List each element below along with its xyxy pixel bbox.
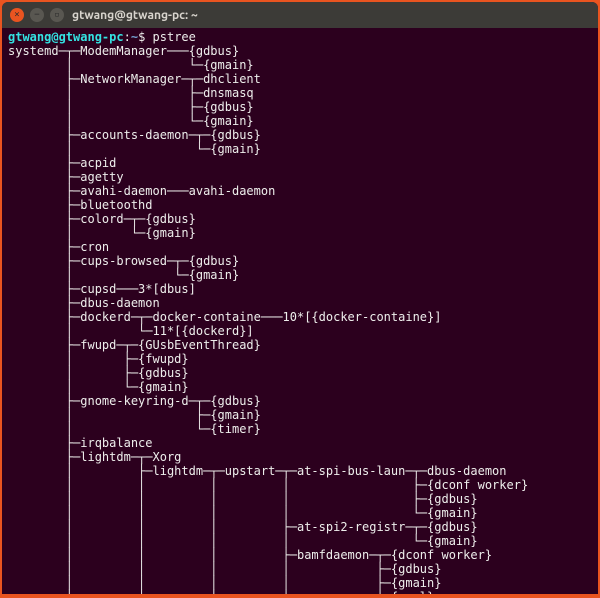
- prompt-sep: :: [124, 30, 131, 44]
- pstree-output: systemd─┬─ModemManager───{gdbus} │ └─{gm…: [8, 44, 528, 594]
- close-icon: ×: [14, 11, 19, 20]
- command-text: pstree: [153, 30, 196, 44]
- window-title: gtwang@gtwang-pc: ~: [72, 9, 198, 22]
- window-controls: × − ▫: [10, 8, 64, 22]
- terminal-window: × − ▫ gtwang@gtwang-pc: ~ gtwang@gtwang-…: [2, 2, 598, 594]
- maximize-icon: ▫: [54, 11, 59, 20]
- titlebar: × − ▫ gtwang@gtwang-pc: ~: [2, 2, 598, 28]
- minimize-button[interactable]: −: [30, 8, 44, 22]
- minimize-icon: −: [34, 11, 39, 20]
- maximize-button[interactable]: ▫: [50, 8, 64, 22]
- close-button[interactable]: ×: [10, 8, 24, 22]
- prompt-user-host: gtwang@gtwang-pc: [8, 30, 124, 44]
- prompt-dollar: $: [138, 30, 145, 44]
- prompt-path: ~: [131, 30, 138, 44]
- terminal-body[interactable]: gtwang@gtwang-pc:~$ pstree systemd─┬─Mod…: [2, 28, 598, 594]
